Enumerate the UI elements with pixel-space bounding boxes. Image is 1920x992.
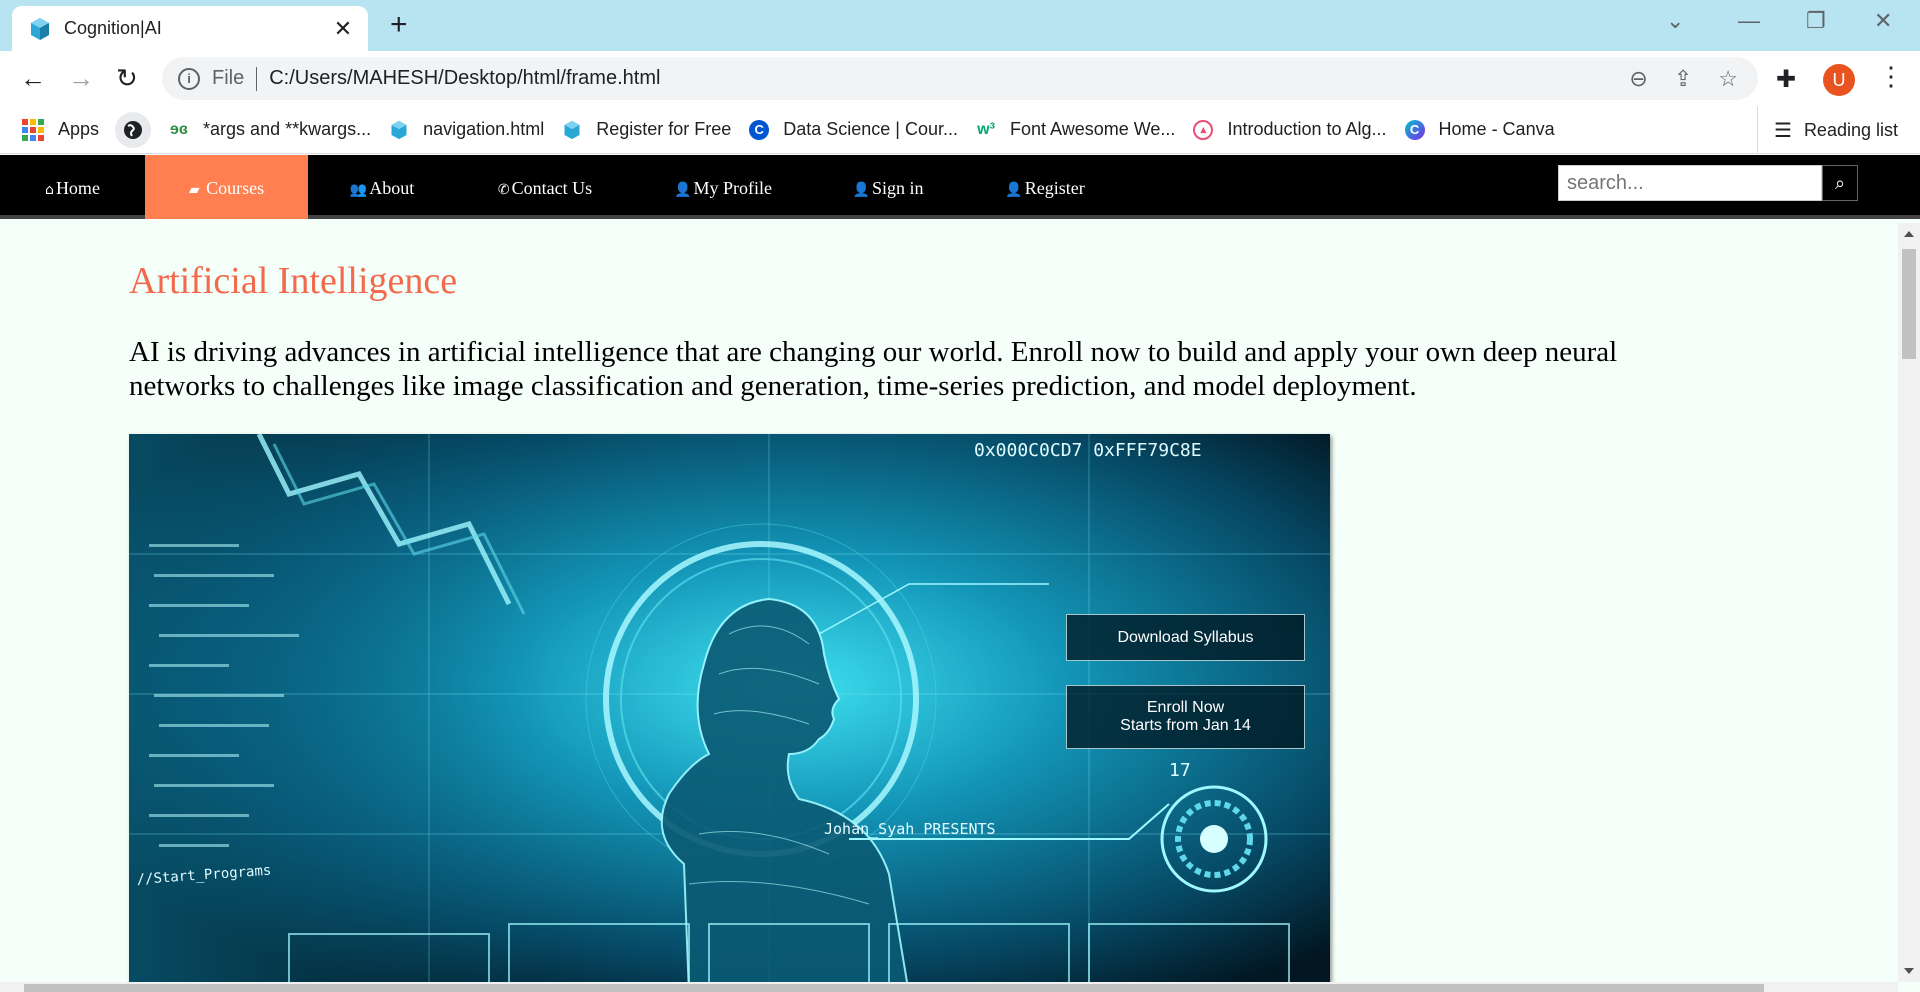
nav-home-label: Home [55,178,100,198]
bookmark-data-science[interactable]: C Data Science | Cour... [749,119,958,140]
coursera-icon: C [749,119,770,140]
nav-signin-label: Sign in [871,178,924,198]
bookmark-star-icon[interactable]: ☆ [1718,66,1738,92]
bookmark-canva[interactable]: C Home - Canva [1404,119,1555,140]
search-icon[interactable]: ⌕ [1822,165,1858,201]
separator [256,66,258,91]
address-bar[interactable]: i File C:/Users/MAHESH/Desktop/html/fram… [162,57,1758,100]
avatar[interactable]: U [1823,64,1855,96]
counter-text: 17 [1169,760,1191,781]
bookmark-label: Apps [58,119,100,139]
user-icon: 👤 [674,182,692,198]
course-description: AI is driving advances in artificial int… [129,336,1618,402]
enroll-now-label: Enroll Now [1146,699,1225,716]
book-icon: ▰ [188,182,200,198]
browser-tab[interactable]: Cognition|AI ✕ [12,6,368,51]
nav-register[interactable]: 👤 Register [964,155,1126,219]
document-icon [391,120,407,139]
user-icon: 👤 [1005,182,1023,198]
w3schools-icon: w³ [977,120,995,138]
forward-icon[interactable]: → [68,63,94,93]
nav-contact-label: Contact Us [511,178,593,198]
nav-courses[interactable]: ▰ Courses [145,155,308,219]
bookmark-label: Register for Free [596,119,732,139]
browser-toolbar: ← → ↻ i File C:/Users/MAHESH/Desktop/htm… [0,51,1920,106]
bookmark-args-kwargs[interactable]: ɘɞ *args and **kwargs... [169,119,371,140]
zoom-icon[interactable]: ⊖ [1629,66,1647,92]
page-title: Artificial Intelligence [129,260,458,302]
url-text[interactable]: C:/Users/MAHESH/Desktop/html/frame.html [269,67,660,90]
globe-icon[interactable] [115,111,152,148]
vertical-scrollbar[interactable] [1898,223,1920,982]
site-nav: ⌂ Home ▰ Courses 👥 About ✆ Contact Us 👤 My P… [0,155,1920,219]
download-syllabus-button[interactable]: Download Syllabus [1066,614,1305,661]
apps-grid-icon [22,118,44,141]
horizontal-scroll-thumb[interactable] [24,984,1764,992]
bookmark-navigation[interactable]: navigation.html [389,119,544,140]
reading-list-label: Reading list [1803,119,1898,140]
nav-home[interactable]: ⌂ Home [0,155,145,219]
scroll-up-icon[interactable] [1904,231,1914,237]
vertical-scroll-thumb[interactable] [1902,249,1916,359]
site-search-input[interactable] [1558,165,1822,201]
nav-about[interactable]: 👥 About [308,155,456,219]
restore-icon[interactable]: ❐ [1806,8,1826,34]
reload-icon[interactable]: ↻ [116,63,138,93]
enroll-start-date: Starts from Jan 14 [1120,717,1251,734]
tab-title: Cognition|AI [64,18,162,38]
nav-about-label: About [369,178,415,198]
tab-strip: Cognition|AI ✕ + ⌄ — ❐ ✕ [0,0,1920,51]
nav-my-profile[interactable]: 👤 My Profile [634,155,812,219]
users-icon: 👥 [349,182,368,198]
enroll-now-button[interactable]: Enroll Now Starts from Jan 14 [1066,685,1305,749]
bookmark-apps[interactable]: Apps [22,118,100,141]
reading-list[interactable]: ☰ Reading list [1757,106,1898,154]
address-bar-actions: ⊖ ⇪ ☆ [1629,66,1738,92]
minimize-icon[interactable]: — [1738,8,1760,34]
nav-profile-label: My Profile [693,178,772,198]
bookmark-label: Data Science | Cour... [783,119,959,139]
share-icon[interactable]: ⇪ [1674,66,1692,92]
nav-register-label: Register [1024,178,1085,198]
bookmark-register[interactable]: Register for Free [562,119,731,140]
back-icon[interactable]: ← [20,63,46,93]
nav-contact[interactable]: ✆ Contact Us [456,155,634,219]
bookmark-label: Introduction to Alg... [1227,119,1387,139]
menu-icon[interactable]: ⋮ [1878,61,1904,92]
bookmark-algorithms[interactable]: ▴ Introduction to Alg... [1193,119,1387,140]
bookmark-label: Font Awesome We... [1010,119,1176,139]
bookmark-label: *args and **kwargs... [203,119,372,139]
hex-code-text: 0x000C0CD7 0xFFF79C8E [974,440,1202,461]
bookmarks-bar: Apps ɘɞ *args and **kwargs... navigation… [0,106,1920,154]
scroll-down-icon[interactable] [1904,968,1914,974]
close-tab-icon[interactable]: ✕ [332,16,354,42]
course-icon: ▴ [1193,119,1214,140]
geeksforgeeks-icon: ɘɞ [170,120,189,138]
bookmark-font-awesome[interactable]: w³ Font Awesome We... [976,119,1175,140]
phone-icon: ✆ [497,182,510,198]
new-tab-icon[interactable]: + [390,10,408,40]
main-content: Artificial Intelligence AI is driving ad… [0,223,1898,982]
file-label: File [212,67,245,89]
horizontal-scrollbar[interactable] [0,982,1898,992]
nav-courses-label: Courses [201,178,265,198]
document-icon [564,120,580,139]
presents-text: Johan_Syah PRESENTS [824,820,996,838]
canva-icon: C [1404,119,1425,140]
bookmark-label: navigation.html [423,119,545,139]
reading-list-icon: ☰ [1774,119,1792,142]
home-icon: ⌂ [45,182,54,198]
cube-icon [31,17,49,40]
tab-search-icon[interactable]: ⌄ [1666,8,1684,34]
close-window-icon[interactable]: ✕ [1874,8,1892,34]
nav-sign-in[interactable]: 👤 Sign in [812,155,964,219]
info-icon[interactable]: i [178,67,200,90]
extensions-icon[interactable]: ✚ [1776,65,1796,94]
user-plus-icon: 👤 [852,182,870,198]
bookmark-label: Home - Canva [1438,119,1555,139]
